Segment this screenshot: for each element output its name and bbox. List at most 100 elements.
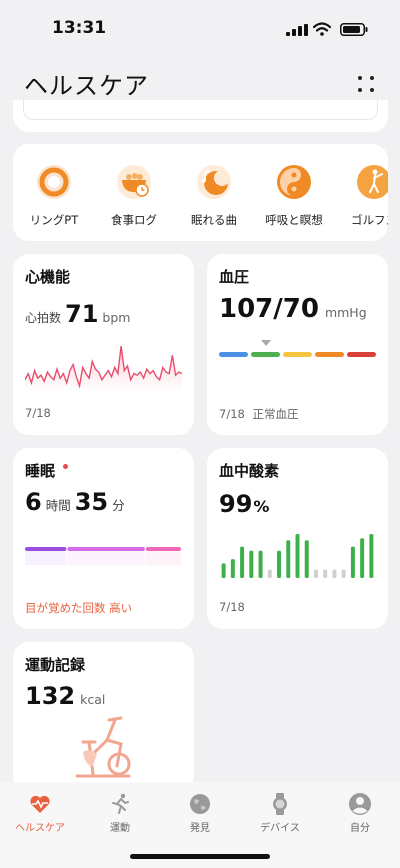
sleep-title: 睡眠 xyxy=(25,462,56,480)
blood-oxygen-bar xyxy=(286,540,291,578)
blood-oxygen-value: 99 xyxy=(219,490,253,518)
blood-oxygen-bar xyxy=(240,546,245,578)
tab-label: デバイス xyxy=(260,823,300,834)
sleep-card[interactable]: 睡眠 6 時間 35 分 目が覚めた回数 高い xyxy=(13,448,194,629)
card-title: 血中酸素 xyxy=(219,462,280,480)
blood-oxygen-chart xyxy=(221,534,374,578)
blood-oxygen-bar xyxy=(350,546,355,578)
sleep-stage-bar xyxy=(25,547,181,565)
blood-pressure-card[interactable]: 血圧 107/70 mmHg 7/18 正常血圧 xyxy=(207,254,388,435)
shortcut-label: リングPT xyxy=(29,213,79,227)
sleep-stage-segment xyxy=(67,547,145,551)
blood-oxygen-bar xyxy=(360,538,365,578)
heart-rate-label: 心拍数 xyxy=(25,311,62,325)
shortcut-label: 眠れる曲 xyxy=(191,213,237,227)
tab-label: 運動 xyxy=(110,823,130,834)
scrolled-summary-inner xyxy=(23,100,378,120)
card-date: 7/18 xyxy=(219,600,245,614)
scrolled-summary-card[interactable] xyxy=(13,100,388,132)
exercise-bike-icon xyxy=(75,716,131,778)
bp-marker-icon xyxy=(261,340,272,346)
blood-oxygen-bar xyxy=(249,550,254,578)
home-indicator[interactable] xyxy=(130,854,270,859)
tab-label: ヘルスケア xyxy=(15,823,65,834)
shortcut-ring-pt[interactable]: リングPT xyxy=(17,164,91,228)
tab-healthcare[interactable]: ヘルスケア xyxy=(0,792,80,834)
ring-icon xyxy=(37,165,71,199)
sleep-stage-segment xyxy=(25,547,67,551)
bp-scale-segment xyxy=(347,352,376,357)
sleep-stage-glow xyxy=(25,551,67,565)
heart-rate-value: 71 xyxy=(65,300,99,328)
blood-oxygen-bar xyxy=(230,559,235,578)
shortcut-golf[interactable]: ゴルフス xyxy=(337,164,388,228)
alert-dot-icon xyxy=(63,464,69,469)
status-bar: 13:31 xyxy=(0,0,400,56)
heart-rate-unit: bpm xyxy=(102,310,131,325)
card-title: 心機能 xyxy=(25,268,71,286)
bp-scale-segment xyxy=(315,352,344,357)
more-options-icon[interactable] xyxy=(356,74,376,94)
watch-icon xyxy=(273,793,287,815)
tab-exercise[interactable]: 運動 xyxy=(80,792,160,834)
tab-me[interactable]: 自分 xyxy=(320,792,400,834)
blood-oxygen-bar xyxy=(313,569,318,578)
sleep-hours-value: 6 xyxy=(25,488,42,516)
blood-pressure-unit: mmHg xyxy=(324,305,367,320)
calories-value: 132 xyxy=(25,682,76,710)
shortcut-meal-log[interactable]: 食事ログ xyxy=(97,164,171,228)
blood-pressure-value: 107/70 xyxy=(219,294,319,324)
blood-oxygen-bar xyxy=(323,569,328,578)
shortcut-label: 呼吸と瞑想 xyxy=(265,213,323,227)
cellular-signal-icon xyxy=(286,24,308,36)
heart-rate-chart xyxy=(25,346,182,392)
bp-scale-segment xyxy=(251,352,280,357)
profile-icon xyxy=(349,793,371,815)
shortcuts-card: リングPT 食事ログ 眠れる曲 呼吸と瞑想 ゴルフ xyxy=(13,144,388,241)
calories-unit: kcal xyxy=(80,692,106,707)
blood-oxygen-bar xyxy=(341,569,346,578)
bp-scale-segment xyxy=(283,352,312,357)
status-time: 13:31 xyxy=(52,18,107,38)
sleep-hours-unit: 時間 xyxy=(45,498,71,513)
tab-devices[interactable]: デバイス xyxy=(240,792,320,834)
battery-icon xyxy=(340,23,368,36)
shortcut-breathing[interactable]: 呼吸と瞑想 xyxy=(257,164,331,228)
page-title: ヘルスケア xyxy=(24,72,149,100)
heart-pulse-icon xyxy=(30,795,50,813)
runner-icon xyxy=(112,793,129,814)
blood-pressure-status: 正常血圧 xyxy=(252,407,299,421)
blood-oxygen-bar xyxy=(221,563,226,578)
sleep-minutes-value: 35 xyxy=(74,488,109,516)
sleep-music-icon xyxy=(197,165,231,199)
tab-discover[interactable]: 発見 xyxy=(160,792,240,834)
bp-scale-segment xyxy=(219,352,248,357)
sleep-stage-glow xyxy=(67,551,145,565)
heart-function-card[interactable]: 心機能 心拍数 71 bpm 7/18 xyxy=(13,254,194,435)
blood-oxygen-bar xyxy=(267,569,272,578)
globe-icon xyxy=(190,794,210,814)
heart-rate-area xyxy=(25,346,182,392)
blood-oxygen-bar xyxy=(369,534,374,578)
wifi-icon xyxy=(313,22,331,36)
card-title: 睡眠 xyxy=(25,460,69,481)
blood-pressure-scale xyxy=(219,340,376,357)
blood-oxygen-bar xyxy=(304,540,309,578)
card-date: 7/18 xyxy=(219,407,245,421)
card-title: 運動記録 xyxy=(25,656,86,674)
sleep-note: 目が覚めた回数 高い xyxy=(25,601,133,615)
blood-oxygen-bar xyxy=(295,534,300,578)
meal-bowl-icon xyxy=(117,165,151,199)
golf-icon xyxy=(357,165,388,199)
shortcut-sleep-music[interactable]: 眠れる曲 xyxy=(177,164,251,228)
blood-oxygen-bar xyxy=(258,550,263,578)
tab-label: 自分 xyxy=(350,823,370,834)
card-title: 血圧 xyxy=(219,268,250,286)
blood-oxygen-bar xyxy=(277,550,282,578)
exercise-record-card[interactable]: 運動記録 132 kcal xyxy=(13,642,194,792)
blood-oxygen-card[interactable]: 血中酸素 99 % 7/18 xyxy=(207,448,388,629)
card-date: 7/18 xyxy=(25,406,51,420)
shortcut-label: ゴルフス xyxy=(351,213,388,227)
blood-oxygen-unit: % xyxy=(253,497,270,516)
breathing-icon xyxy=(277,165,311,199)
